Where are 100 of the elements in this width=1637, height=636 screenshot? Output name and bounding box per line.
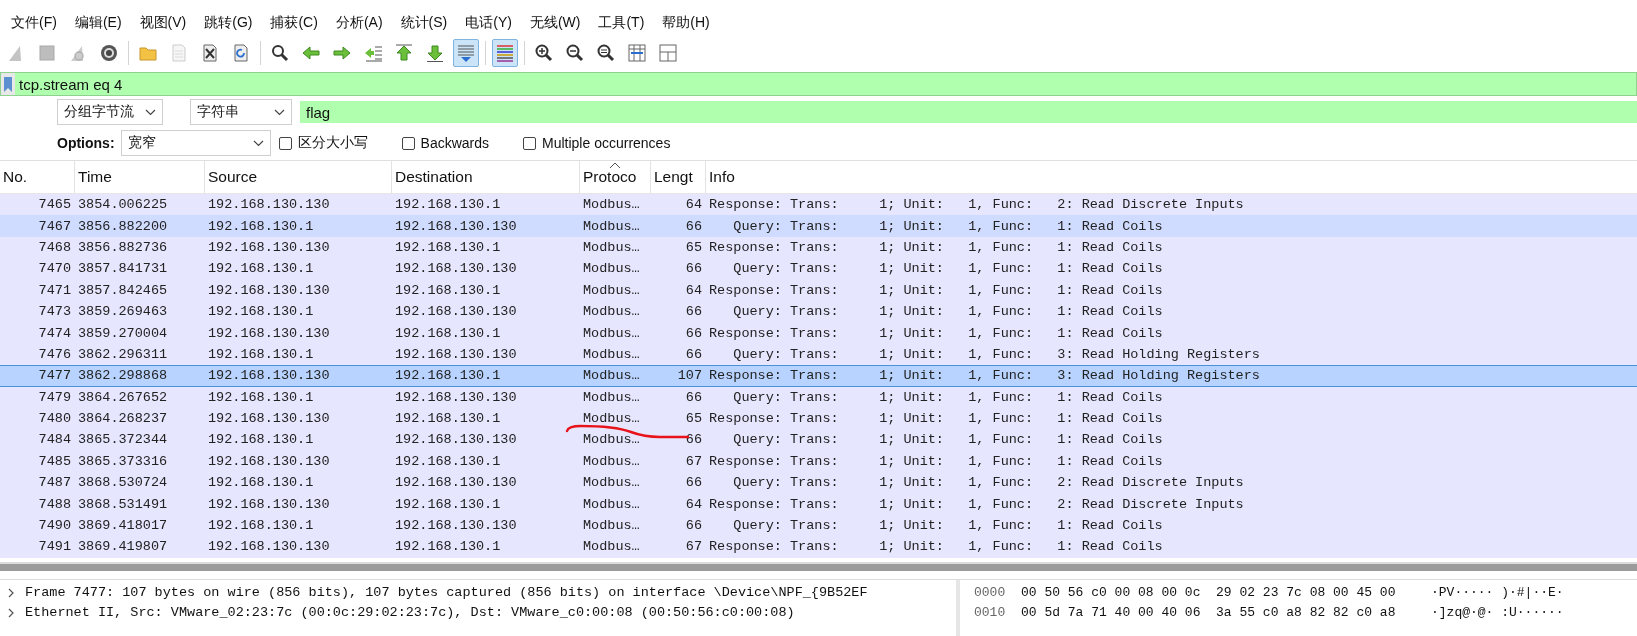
- packet-row[interactable]: 7485 3865.373316 192.168.130.130 192.168.130.1 Modbus… 67 Response: Trans: 1; Unit: 1, Func: 1: Read Coils: [0, 450, 1637, 473]
- table-cell-text: 192.168.130.1: [394, 282, 502, 298]
- menu-item[interactable]: 文件(F): [2, 9, 66, 35]
- table-cell-text: 65: [684, 239, 703, 255]
- hex-offset: 0010: [974, 605, 1007, 621]
- table-cell-text: 7473: [37, 304, 72, 320]
- table-cell-text: 192.168.130.1: [207, 261, 315, 277]
- settings-icon: [99, 43, 119, 63]
- expand-chevron-icon[interactable]: [6, 607, 16, 618]
- table-cell-text: 7474: [37, 325, 72, 341]
- packet-row[interactable]: 7488 3868.531491 192.168.130.130 192.168.130.1 Modbus… 64 Response: Trans: 1; Unit: 1, Func: 2: Read Discrete Inputs: [0, 493, 1637, 515]
- ascii-text: ·]zq@·@· :U······: [1431, 605, 1564, 621]
- packet-row[interactable]: 7480 3864.268237 192.168.130.130 192.168.130.1 Modbus… 65 Response: Trans: 1; Unit: 1, Func: 1: Read Coils: [0, 407, 1637, 430]
- table-cell-text: 66: [684, 346, 703, 362]
- table-cell-text: 66: [684, 389, 703, 405]
- search-type-dropdown[interactable]: 字符串: [190, 99, 292, 125]
- table-cell-text: Modbus…: [582, 432, 641, 448]
- table-cell-text: Modbus…: [582, 282, 641, 298]
- checkbox-label[interactable]: 区分大小写: [297, 134, 368, 152]
- search-field[interactable]: flag: [300, 101, 1637, 123]
- column-header[interactable]: No.: [0, 161, 75, 193]
- checkbox[interactable]: [401, 136, 415, 150]
- table-cell-text: Response: Trans: 1; Unit: 1, Func: 2: Read Discrete Inputs: [708, 197, 1245, 213]
- column-header[interactable]: Info: [706, 161, 1637, 193]
- menu-item[interactable]: 分析(A): [326, 9, 392, 35]
- table-cell-text: 65: [684, 411, 703, 427]
- hex-bytes: 00 50 56 c0 00 08 00 0c 29 02 23 7c 08 00 45 00: [1021, 585, 1397, 601]
- table-cell-text: 3859.269463: [77, 304, 169, 320]
- table-cell-text: 7465: [37, 197, 72, 213]
- packet-row[interactable]: 7491 3869.419807 192.168.130.130 192.168.130.1 Modbus… 67 Response: Trans: 1; Unit: 1, Func: 1: Read Coils: [0, 536, 1637, 558]
- table-cell-text: 66: [684, 218, 703, 234]
- packet-row[interactable]: 7473 3859.269463 192.168.130.1 192.168.130.130 Modbus… 66 Query: Trans: 1; Unit: 1, Func: 1: Read Coils: [0, 300, 1637, 323]
- menu-item[interactable]: 捕获(C): [261, 9, 327, 35]
- packet-row[interactable]: 7468 3856.882736 192.168.130.130 192.168.130.1 Modbus… 65 Response: Trans: 1; Unit: 1, Func: 1: Read Coils: [0, 236, 1637, 259]
- column-header[interactable]: Lengt: [651, 161, 706, 193]
- table-cell-text: 192.168.130.130: [207, 197, 331, 213]
- checkbox[interactable]: [523, 136, 536, 150]
- table-cell-text: Modbus…: [582, 304, 641, 320]
- tree-item[interactable]: Frame 7477: 107 bytes on wire (856 bits), 107 bytes captured (856 bits) on interface \Device\NPF_{9B52EF: [25, 585, 868, 601]
- checkbox-label[interactable]: Multiple occurrences: [542, 135, 671, 151]
- table-cell-text: 107: [676, 368, 703, 384]
- table-cell-text: 3865.372344: [77, 432, 169, 448]
- packet-row[interactable]: 7470 3857.841731 192.168.130.1 192.168.130.130 Modbus… 66 Query: Trans: 1; Unit: 1, Func: 1: Read Coils: [0, 258, 1637, 280]
- packet-row[interactable]: 7487 3868.530724 192.168.130.1 192.168.130.130 Modbus… 66 Query: Trans: 1; Unit: 1, Func: 2: Read Discrete Inputs: [0, 472, 1637, 494]
- display-filter-field[interactable]: tcp.stream eq 4: [0, 72, 1637, 96]
- packet-row[interactable]: 7467 3856.882200 192.168.130.1 192.168.130.130 Modbus… 66 Query: Trans: 1; Unit: 1, Func: 1: Read Coils: [0, 215, 1637, 237]
- packet-row[interactable]: 7476 3862.296311 192.168.130.1 192.168.130.130 Modbus… 66 Query: Trans: 1; Unit: 1, Func: 3: Read Holding Registers: [0, 343, 1637, 366]
- packet-row[interactable]: 7477 3862.298868 192.168.130.130 192.168.130.1 Modbus… 107 Response: Trans: 1; Unit: 1, Func: 3: Read Holding Registers: [0, 365, 1637, 387]
- tree-item[interactable]: Ethernet II, Src: VMware_02:23:7c (00:0c:29:02:23:7c), Dst: VMware_c0:00:08 (00:50:56:c0:00:08): [25, 605, 795, 621]
- hex-bytes: 00 5d 7a 71 40 00 40 06 3a 55 c0 a8 82 82 c0 a8: [1021, 605, 1397, 621]
- table-cell-text: Query: Trans: 1; Unit: 1, Func: 1: Read Coils: [732, 261, 1164, 277]
- table-cell-text: 64: [684, 282, 703, 298]
- menu-item[interactable]: 电话(Y): [456, 9, 521, 35]
- table-cell-text: Modbus…: [582, 261, 641, 277]
- menu-item[interactable]: 编辑(E): [65, 9, 131, 35]
- table-cell-text: Query: Trans: 1; Unit: 1, Func: 2: Read Discrete Inputs: [732, 475, 1245, 491]
- menu-item[interactable]: 跳转(G): [195, 9, 262, 35]
- hex-offset: 0000: [974, 585, 1007, 601]
- bookmark-icon[interactable]: [3, 75, 13, 93]
- menu-item[interactable]: 统计(S): [391, 9, 457, 35]
- column-header[interactable]: Destination: [392, 161, 580, 193]
- packet-row[interactable]: 7484 3865.372344 192.168.130.1 192.168.130.130 Modbus… 66 Query: Trans: 1; Unit: 1, Func: 1: Read Coils: [0, 429, 1637, 451]
- table-cell-text: 192.168.130.130: [394, 261, 518, 277]
- zoom-in-icon: [534, 43, 554, 63]
- packet-row[interactable]: 7490 3869.418017 192.168.130.1 192.168.130.130 Modbus… 66 Query: Trans: 1; Unit: 1, Func: 1: Read Coils: [0, 514, 1637, 537]
- horizontal-scrollbar[interactable]: [0, 561, 1637, 571]
- menu-item[interactable]: 视图(V): [130, 9, 196, 35]
- packet-row[interactable]: 7465 3854.006225 192.168.130.130 192.168.130.1 Modbus… 64 Response: Trans: 1; Unit: 1, Func: 2: Read Discrete Inputs: [0, 194, 1637, 216]
- toggle-button[interactable]: [492, 39, 518, 67]
- table-cell-text: 192.168.130.1: [394, 496, 502, 512]
- column-header[interactable]: Time: [75, 161, 205, 193]
- checkbox-label[interactable]: Backwards: [420, 135, 489, 151]
- table-cell-text: 7479: [37, 389, 72, 405]
- back-arrow-icon: [301, 43, 321, 63]
- toggle-button[interactable]: [453, 39, 479, 67]
- menu-item[interactable]: 无线(W): [520, 9, 590, 35]
- table-cell-text: Response: Trans: 1; Unit: 1, Func: 3: Read Holding Registers: [708, 368, 1261, 384]
- striped-lines-icon: [495, 43, 515, 63]
- table-cell-text: Modbus…: [582, 411, 641, 427]
- table-cell-text: 7470: [37, 261, 72, 277]
- layout-grid-icon: [658, 43, 678, 63]
- table-cell-text: 192.168.130.1: [394, 453, 502, 469]
- menu-item[interactable]: 帮助(H): [653, 9, 719, 35]
- charset-dropdown[interactable]: 宽窄: [120, 130, 271, 156]
- column-header[interactable]: Protoco: [580, 161, 651, 193]
- table-cell-text: 192.168.130.1: [394, 411, 502, 427]
- close-file-icon: [200, 43, 220, 63]
- packet-row[interactable]: 7474 3859.270004 192.168.130.130 192.168.130.1 Modbus… 66 Response: Trans: 1; Unit: 1, Func: 1: Read Coils: [0, 322, 1637, 344]
- checkbox[interactable]: [278, 136, 292, 150]
- search-scope-dropdown[interactable]: 分组字节流: [57, 99, 163, 125]
- table-cell-text: Response: Trans: 1; Unit: 1, Func: 1: Read Coils: [708, 325, 1164, 341]
- table-cell-text: 192.168.130.1: [394, 239, 502, 255]
- table-cell-text: 7480: [37, 411, 72, 427]
- menu-item[interactable]: 工具(T): [589, 9, 654, 35]
- table-cell-text: 192.168.130.130: [394, 346, 518, 362]
- column-header[interactable]: Source: [205, 161, 392, 193]
- table-cell-text: 67: [684, 453, 703, 469]
- packet-row[interactable]: 7479 3864.267652 192.168.130.1 192.168.130.130 Modbus… 66 Query: Trans: 1; Unit: 1, Func: 1: Read Coils: [0, 386, 1637, 408]
- expand-chevron-icon[interactable]: [6, 587, 16, 598]
- packet-row[interactable]: 7471 3857.842465 192.168.130.130 192.168.130.1 Modbus… 64 Response: Trans: 1; Unit: 1, Func: 1: Read Coils: [0, 279, 1637, 301]
